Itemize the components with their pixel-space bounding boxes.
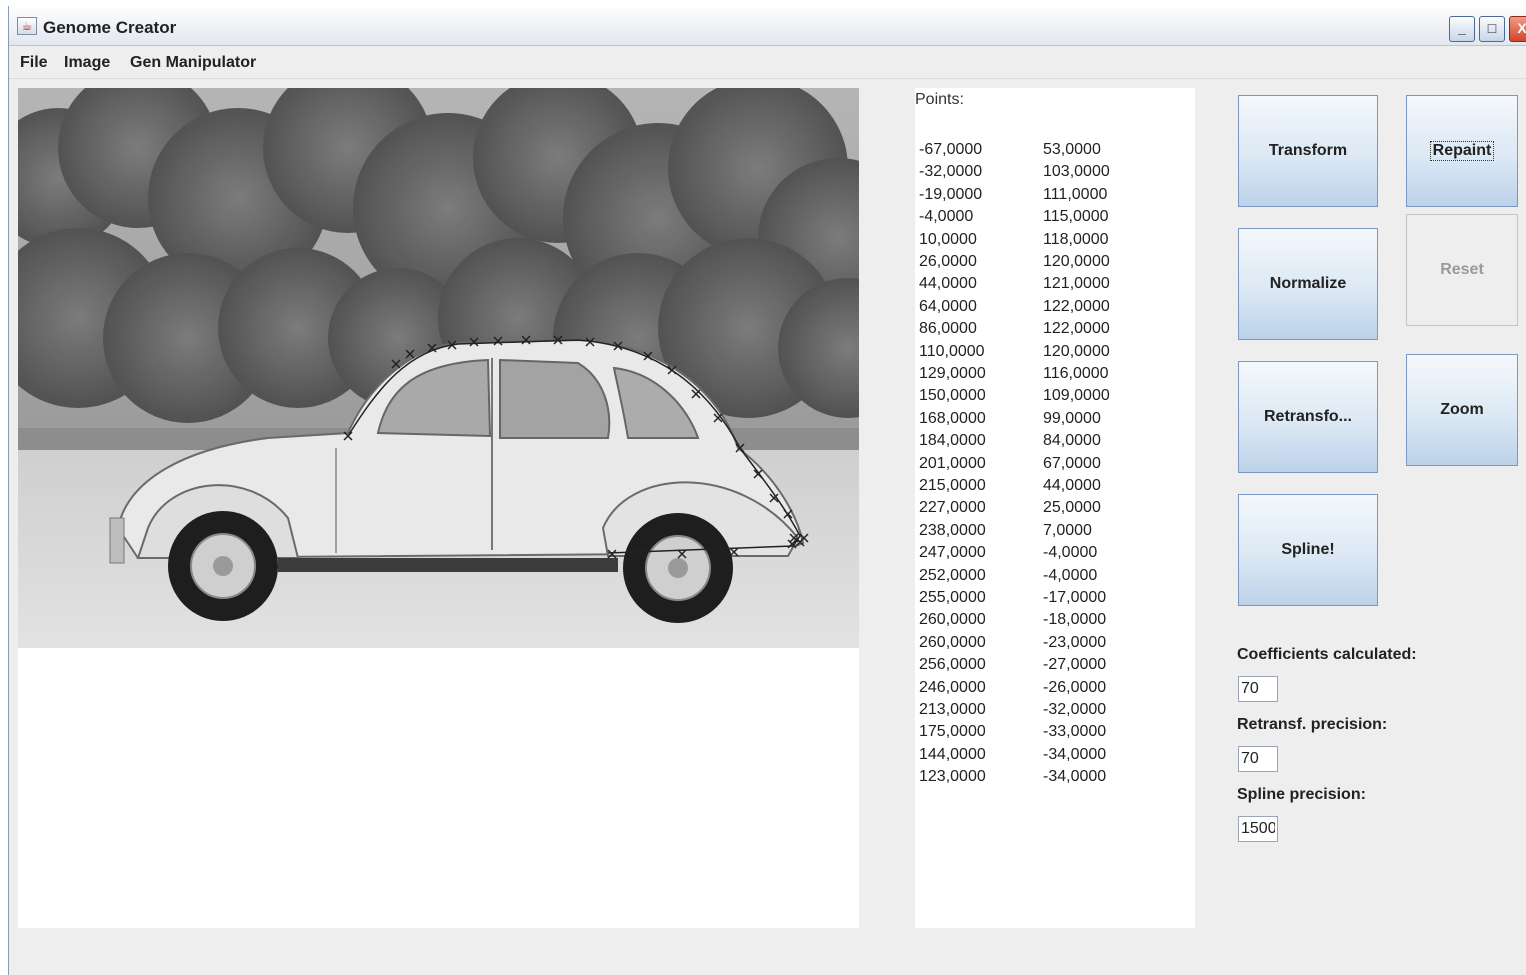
point-x: 123,0000 <box>919 768 986 786</box>
point-x: 64,0000 <box>919 297 977 315</box>
point-y: 84,0000 <box>1043 432 1101 450</box>
point-x: 238,0000 <box>919 521 986 539</box>
point-x: 86,0000 <box>919 320 977 338</box>
minimize-button[interactable]: _ <box>1449 16 1475 42</box>
menu-file[interactable]: File <box>20 54 48 72</box>
point-y: 115,0000 <box>1043 208 1109 226</box>
point-y: -18,0000 <box>1043 611 1107 629</box>
point-x: -32,0000 <box>919 163 983 181</box>
point-x: 247,0000 <box>919 544 986 562</box>
point-y: 25,0000 <box>1043 499 1101 517</box>
point-x: 227,0000 <box>919 499 986 517</box>
point-x: 44,0000 <box>919 275 977 293</box>
point-y: -27,0000 <box>1043 656 1107 674</box>
spline-precision-field[interactable] <box>1238 816 1278 842</box>
point-y: 122,0000 <box>1043 297 1110 315</box>
java-app-icon: ☕ <box>17 17 37 35</box>
point-x: -67,0000 <box>919 141 983 158</box>
point-y: 53,0000 <box>1043 141 1101 158</box>
point-y: -4,0000 <box>1043 566 1098 584</box>
point-x: 175,0000 <box>919 723 986 741</box>
point-x: 260,0000 <box>919 633 986 651</box>
retransform-button[interactable]: Retransfo... <box>1238 361 1378 473</box>
point-x: 213,0000 <box>919 701 986 718</box>
menu-gen-manipulator[interactable]: Gen Manipulator <box>130 54 256 72</box>
points-label: Points: <box>915 91 964 108</box>
menu-image[interactable]: Image <box>64 54 110 72</box>
point-y: 44,0000 <box>1043 477 1101 494</box>
coefficients-field[interactable] <box>1238 676 1278 702</box>
point-x: 246,0000 <box>919 678 986 696</box>
point-y: 120,0000 <box>1043 253 1110 270</box>
point-y: -32,0000 <box>1043 701 1107 718</box>
point-x: -19,0000 <box>919 185 983 203</box>
point-x: 150,0000 <box>919 387 986 405</box>
retransf-precision-field[interactable] <box>1238 746 1278 772</box>
menu-bar: File Image Gen Manipulator <box>9 47 1526 79</box>
point-y: 99,0000 <box>1043 409 1101 427</box>
point-x: -4,0000 <box>919 208 974 226</box>
points-list-panel[interactable]: Points: -67,0000 53,0000 -32,0000 103,0000 -… <box>915 88 1195 928</box>
point-y: -17,0000 <box>1043 589 1107 606</box>
point-x: 26,0000 <box>919 253 977 270</box>
point-y: -34,0000 <box>1043 745 1107 763</box>
point-y: 111,0000 <box>1043 185 1108 203</box>
point-x: 10,0000 <box>919 230 977 248</box>
title-bar[interactable]: ☕ Genome Creator _ □ X <box>9 6 1526 46</box>
point-y: 116,0000 <box>1043 365 1109 382</box>
window-title: Genome Creator <box>43 18 177 37</box>
point-x: 144,0000 <box>919 745 986 763</box>
zoom-button[interactable]: Zoom <box>1406 354 1518 466</box>
point-y: 67,0000 <box>1043 454 1101 472</box>
point-x: 255,0000 <box>919 589 986 606</box>
reset-button[interactable]: Reset <box>1406 214 1518 326</box>
point-x: 252,0000 <box>919 566 986 584</box>
point-y: 122,0000 <box>1043 320 1110 338</box>
transform-button[interactable]: Transform <box>1238 95 1378 207</box>
maximize-button[interactable]: □ <box>1479 16 1505 42</box>
point-x: 215,0000 <box>919 477 986 494</box>
point-y: -23,0000 <box>1043 633 1107 651</box>
point-y: 7,0000 <box>1043 521 1092 539</box>
point-x: 256,0000 <box>919 656 986 674</box>
point-y: -34,0000 <box>1043 768 1107 786</box>
spline-button[interactable]: Spline! <box>1238 494 1378 606</box>
point-y: 109,0000 <box>1043 387 1110 405</box>
point-x: 129,0000 <box>919 365 986 382</box>
point-y: 120,0000 <box>1043 342 1110 360</box>
retransf-precision-label: Retransf. precision: <box>1237 716 1388 733</box>
repaint-button[interactable]: Repaint <box>1406 95 1518 207</box>
spline-precision-label: Spline precision: <box>1237 786 1366 803</box>
point-x: 201,0000 <box>919 454 986 472</box>
point-y: 118,0000 <box>1043 230 1109 248</box>
point-y: -4,0000 <box>1043 544 1098 562</box>
normalize-button[interactable]: Normalize <box>1238 228 1378 340</box>
point-y: -33,0000 <box>1043 723 1107 741</box>
point-x: 260,0000 <box>919 611 986 629</box>
close-button[interactable]: X <box>1509 16 1526 42</box>
coefficients-label: Coefficients calculated: <box>1237 646 1417 663</box>
image-canvas[interactable] <box>18 88 859 928</box>
point-x: 110,0000 <box>919 342 985 360</box>
point-y: 103,0000 <box>1043 163 1110 181</box>
point-y: -26,0000 <box>1043 678 1107 696</box>
point-y: 121,0000 <box>1043 275 1110 293</box>
point-x: 184,0000 <box>919 432 986 450</box>
car-photo <box>18 88 859 648</box>
point-x: 168,0000 <box>919 409 986 427</box>
